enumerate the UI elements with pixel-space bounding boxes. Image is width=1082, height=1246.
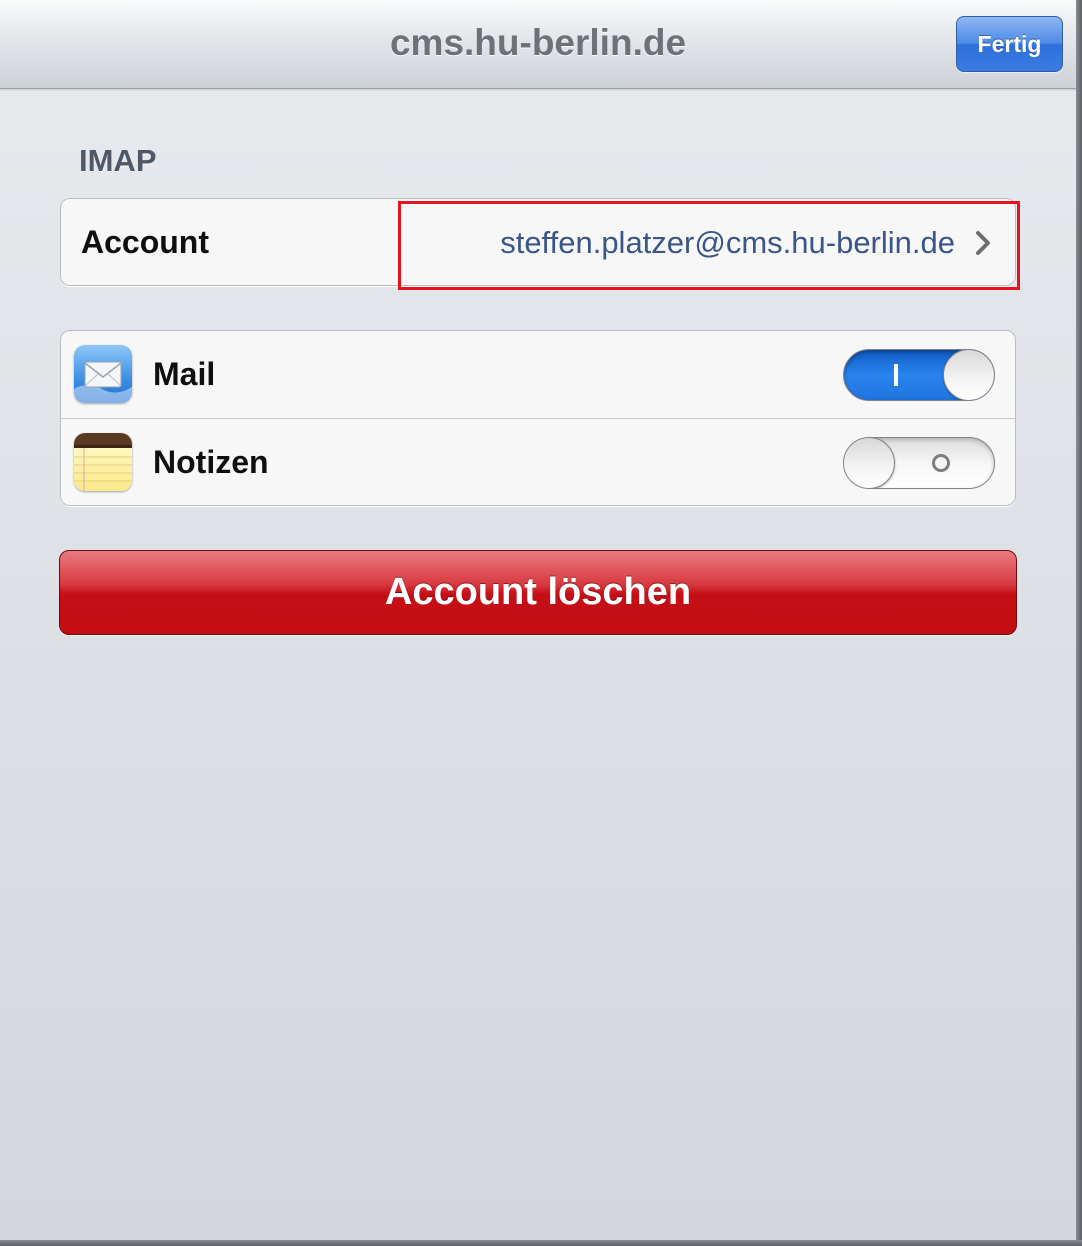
notes-toggle[interactable] — [843, 437, 995, 489]
delete-account-button[interactable]: Account löschen — [59, 550, 1017, 635]
navigation-bar: cms.hu-berlin.de Fertig — [0, 0, 1076, 89]
delete-account-label: Account löschen — [384, 571, 692, 613]
service-row-mail: Mail — [61, 331, 1015, 418]
account-settings-sheet: cms.hu-berlin.de Fertig IMAP Account ste… — [0, 0, 1076, 1240]
window-edge-bottom — [0, 1240, 1082, 1246]
toggle-on-mark-icon — [894, 364, 898, 386]
services-group: Mail Notizen — [60, 330, 1016, 506]
mail-toggle[interactable] — [843, 349, 995, 401]
done-button[interactable]: Fertig — [956, 16, 1063, 72]
window-edge-right — [1076, 0, 1082, 1246]
toggle-knob — [844, 438, 895, 488]
notes-app-icon — [74, 433, 132, 491]
section-header-imap: IMAP — [79, 143, 157, 178]
service-row-notes: Notizen — [61, 419, 1015, 506]
account-label: Account — [81, 224, 209, 260]
page-title: cms.hu-berlin.de — [389, 22, 687, 63]
notes-label: Notizen — [153, 444, 269, 480]
mail-app-icon — [74, 345, 132, 403]
toggle-knob — [943, 350, 994, 400]
account-highlight-box — [398, 201, 1020, 290]
mail-label: Mail — [153, 356, 216, 392]
toggle-off-mark-icon — [932, 454, 950, 472]
